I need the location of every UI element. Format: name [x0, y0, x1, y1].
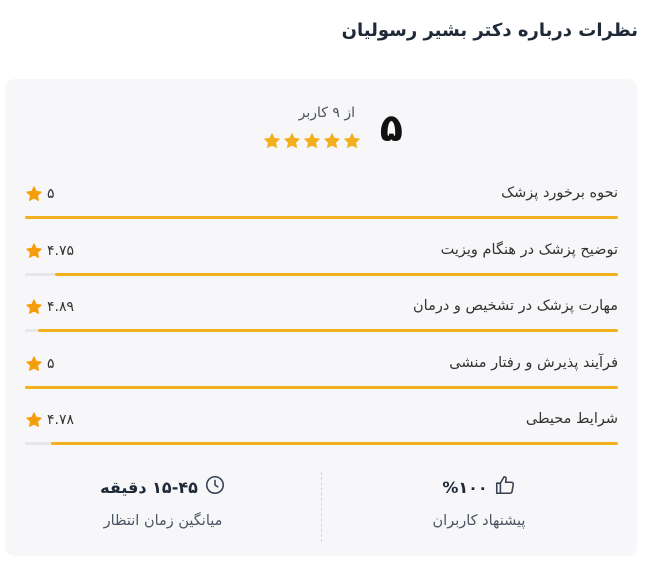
- wait-time-label: میانگین زمان انتظار: [103, 513, 223, 529]
- rating-score: ۴.۷۸: [25, 411, 74, 429]
- recommend-label: پیشنهاد کاربران: [432, 513, 526, 529]
- star-icon: [304, 133, 320, 148]
- rating-row: فرآیند پذیرش و رفتار منشی ۵: [25, 355, 618, 412]
- rating-label: توضیح پزشک در هنگام ویزیت: [440, 241, 618, 258]
- overall-score: ۵: [379, 106, 403, 150]
- star-icon: [26, 412, 42, 427]
- rating-row: توضیح پزشک در هنگام ویزیت ۴.۷۵: [25, 242, 618, 299]
- recommend-stat: %۱۰۰ پیشنهاد کاربران: [321, 469, 637, 529]
- rating-bar-fill: [25, 216, 618, 219]
- clock-icon: [204, 474, 226, 500]
- user-count: از ۹ کاربر: [298, 105, 355, 121]
- reviews-card: ۵ از ۹ کاربر نحوه برخورد پزشک ۵ توضیح پزشک…: [5, 79, 637, 556]
- rating-bar-fill: [54, 272, 618, 276]
- rating-value: ۵: [47, 186, 55, 202]
- rating-value: ۴.۷۸: [47, 412, 75, 428]
- page-title: نظرات درباره دکتر بشیر رسولیان: [341, 20, 638, 41]
- recommend-value: %۱۰۰: [442, 477, 488, 497]
- rating-label: نحوه برخورد پزشک: [501, 185, 618, 201]
- star-icon: [344, 133, 360, 148]
- rating-score: ۵: [25, 355, 55, 373]
- star-icon: [284, 133, 300, 148]
- star-icon: [324, 133, 340, 148]
- rating-row: شرایط محیطی ۴.۷۸: [25, 411, 618, 468]
- rating-label: فرآیند پذیرش و رفتار منشی: [449, 354, 618, 371]
- rating-score: ۴.۸۹: [25, 298, 74, 316]
- thumbs-up-icon: [494, 474, 516, 500]
- wait-time-value: ۱۵-۴۵ دقیقه: [100, 477, 198, 497]
- star-icon: [26, 299, 42, 314]
- rating-bar: [25, 385, 618, 389]
- rating-bar: [25, 442, 618, 445]
- rating-bar-fill: [51, 442, 618, 445]
- star-icon: [26, 242, 42, 258]
- rating-label: شرایط محیطی: [525, 411, 618, 427]
- wait-time-stat: ۱۵-۴۵ دقیقه میانگین زمان انتظار: [5, 469, 321, 529]
- rating-bar: [25, 329, 618, 332]
- rating-row: نحوه برخورد پزشک ۵: [25, 185, 618, 242]
- star-icon: [26, 355, 42, 371]
- star-icon: [264, 133, 280, 148]
- rating-summary: ۵ از ۹ کاربر: [5, 101, 637, 161]
- rating-value: ۴.۸۹: [47, 299, 75, 315]
- rating-score: ۵: [25, 185, 55, 203]
- rating-label: مهارت پزشک در تشخیص و درمان: [413, 298, 618, 314]
- rating-list: نحوه برخورد پزشک ۵ توضیح پزشک در هنگام ویز…: [25, 185, 618, 468]
- stats-divider: [321, 472, 322, 542]
- rating-row: مهارت پزشک در تشخیص و درمان ۴.۸۹: [25, 298, 618, 355]
- summary-stars: [263, 132, 361, 150]
- stats-section: %۱۰۰ پیشنهاد کاربران ۱۵-۴۵ دقیقه میانگین…: [5, 469, 637, 549]
- rating-score: ۴.۷۵: [25, 242, 74, 260]
- rating-bar: [25, 272, 618, 276]
- star-icon: [26, 186, 42, 201]
- rating-bar: [25, 216, 618, 219]
- rating-value: ۴.۷۵: [47, 242, 75, 259]
- rating-value: ۵: [47, 355, 55, 372]
- rating-bar-fill: [38, 329, 618, 332]
- rating-bar-fill: [25, 385, 618, 389]
